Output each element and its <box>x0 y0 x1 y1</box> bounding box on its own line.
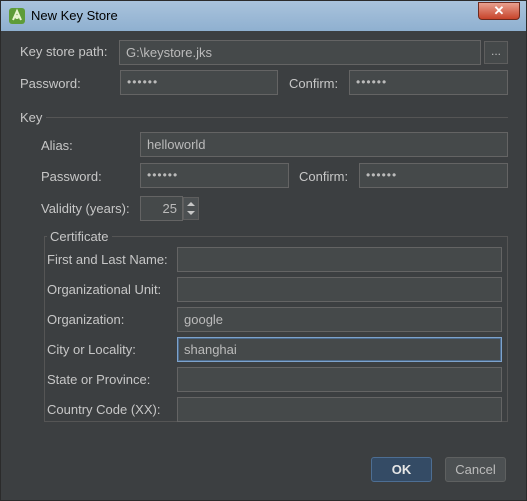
title-bar[interactable]: New Key Store ✕ <box>1 1 526 31</box>
validity-spinner-input[interactable]: 25 <box>140 196 183 221</box>
keystore-confirm-input[interactable]: •••••• <box>349 70 508 95</box>
organization-label: Organization: <box>47 312 125 327</box>
validity-label: Validity (years): <box>41 201 130 216</box>
organization-input[interactable]: google <box>177 307 502 332</box>
country-code-input[interactable] <box>177 397 502 422</box>
ok-button[interactable]: OK <box>371 457 432 482</box>
new-key-store-dialog: New Key Store ✕ Key store path: G:\keyst… <box>0 0 527 501</box>
keystore-password-label: Password: <box>20 76 81 91</box>
close-button[interactable]: ✕ <box>478 2 520 20</box>
chevron-down-icon <box>187 211 195 215</box>
key-confirm-label: Confirm: <box>299 169 349 184</box>
key-separator <box>46 117 508 118</box>
chevron-up-icon[interactable] <box>184 198 198 219</box>
state-label: State or Province: <box>47 372 151 387</box>
keystore-confirm-label: Confirm: <box>289 76 339 91</box>
alias-label: Alias: <box>41 138 73 153</box>
org-unit-label: Organizational Unit: <box>47 282 162 297</box>
name-input[interactable] <box>177 247 502 272</box>
key-confirm-input[interactable]: •••••• <box>359 163 508 188</box>
alias-input[interactable]: helloworld <box>140 132 508 157</box>
key-section-label: Key <box>20 110 43 125</box>
org-unit-input[interactable] <box>177 277 502 302</box>
cancel-button[interactable]: Cancel <box>445 457 506 482</box>
keystore-password-input[interactable]: •••••• <box>120 70 278 95</box>
browse-button[interactable]: ... <box>484 41 508 64</box>
key-password-label: Password: <box>41 169 102 184</box>
name-label: First and Last Name: <box>47 252 168 267</box>
android-studio-icon <box>9 8 25 24</box>
key-password-input[interactable]: •••••• <box>140 163 289 188</box>
keystore-path-label: Key store path: <box>20 44 108 59</box>
certificate-group-label: Certificate <box>47 229 112 244</box>
country-code-label: Country Code (XX): <box>47 402 161 417</box>
state-input[interactable] <box>177 367 502 392</box>
city-input[interactable]: shanghai <box>177 337 502 362</box>
close-icon: ✕ <box>493 3 505 18</box>
dialog-content: Key store path: G:\keystore.jks ... Pass… <box>8 31 519 494</box>
keystore-path-input[interactable]: G:\keystore.jks <box>119 40 481 65</box>
city-label: City or Locality: <box>47 342 136 357</box>
validity-spinner-buttons[interactable] <box>183 197 199 220</box>
window-title: New Key Store <box>31 8 118 23</box>
